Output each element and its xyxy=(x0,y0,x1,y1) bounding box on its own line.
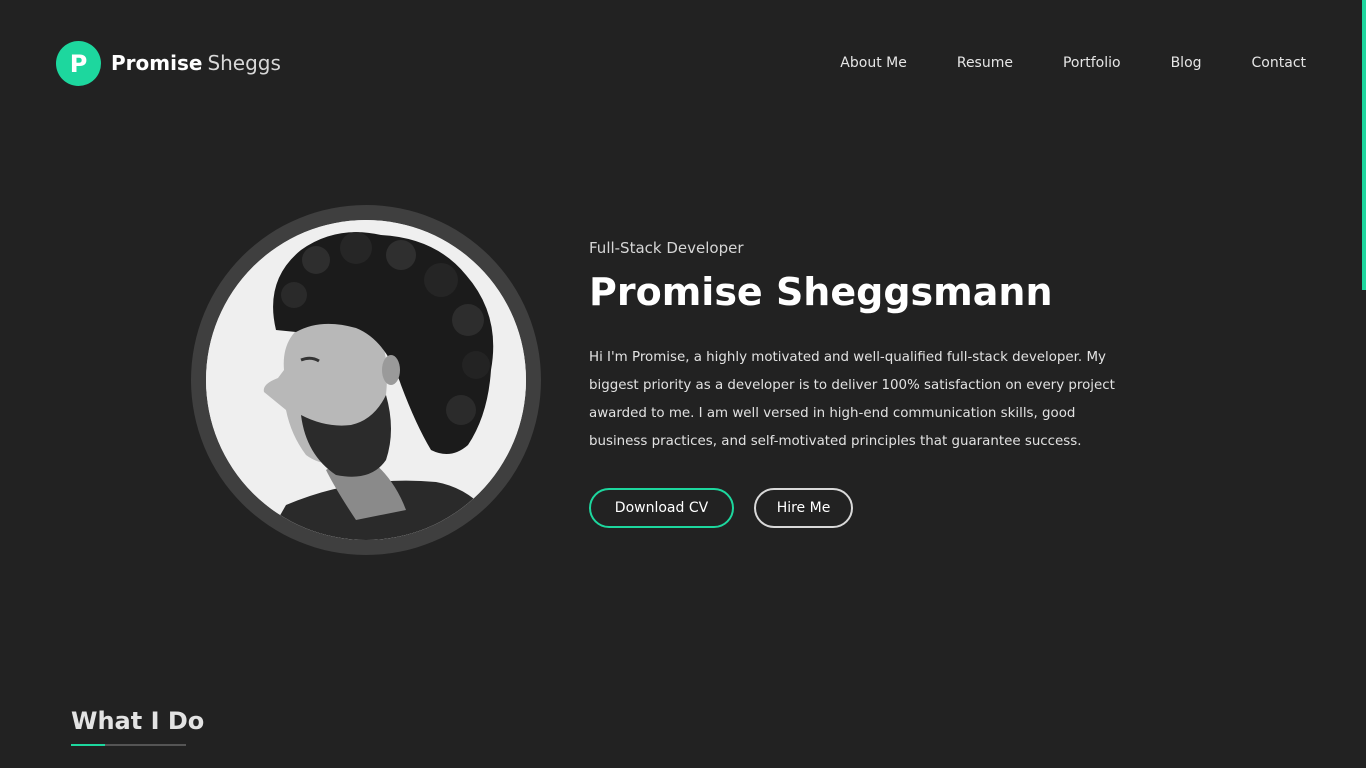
hero-buttons: Download CV Hire Me xyxy=(589,488,1149,528)
portrait-photo-icon xyxy=(206,220,526,540)
brand-logo[interactable]: P Promise Sheggs xyxy=(56,41,281,86)
nav-item-contact[interactable]: Contact xyxy=(1252,54,1306,72)
nav-item-blog[interactable]: Blog xyxy=(1171,54,1202,72)
brand-name: Promise Sheggs xyxy=(111,41,281,86)
hero-intro: Full-Stack Developer Promise Sheggsmann … xyxy=(589,238,1149,528)
hero-role: Full-Stack Developer xyxy=(589,239,744,257)
profile-photo xyxy=(206,220,526,540)
site-header: P Promise Sheggs About Me Resume Portfoli… xyxy=(0,0,1366,126)
main-nav: About Me Resume Portfolio Blog Contact xyxy=(790,54,1306,72)
brand-last-name: Sheggs xyxy=(207,51,281,75)
download-cv-button[interactable]: Download CV xyxy=(589,488,734,528)
avatar-ring xyxy=(191,205,541,555)
hero-name: Promise Sheggsmann xyxy=(589,270,1053,314)
section-title-what-i-do: What I Do xyxy=(71,707,205,735)
brand-first-name: Promise xyxy=(111,51,203,75)
nav-item-resume[interactable]: Resume xyxy=(957,54,1013,72)
page: P Promise Sheggs About Me Resume Portfoli… xyxy=(0,0,1366,768)
brand-badge: P xyxy=(56,41,101,86)
hero-bio: Hi I'm Promise, a highly motivated and w… xyxy=(589,350,1115,449)
section-title-accent xyxy=(71,744,105,746)
nav-item-portfolio[interactable]: Portfolio xyxy=(1063,54,1121,72)
nav-item-about[interactable]: About Me xyxy=(840,54,907,72)
hire-me-button[interactable]: Hire Me xyxy=(754,488,853,528)
